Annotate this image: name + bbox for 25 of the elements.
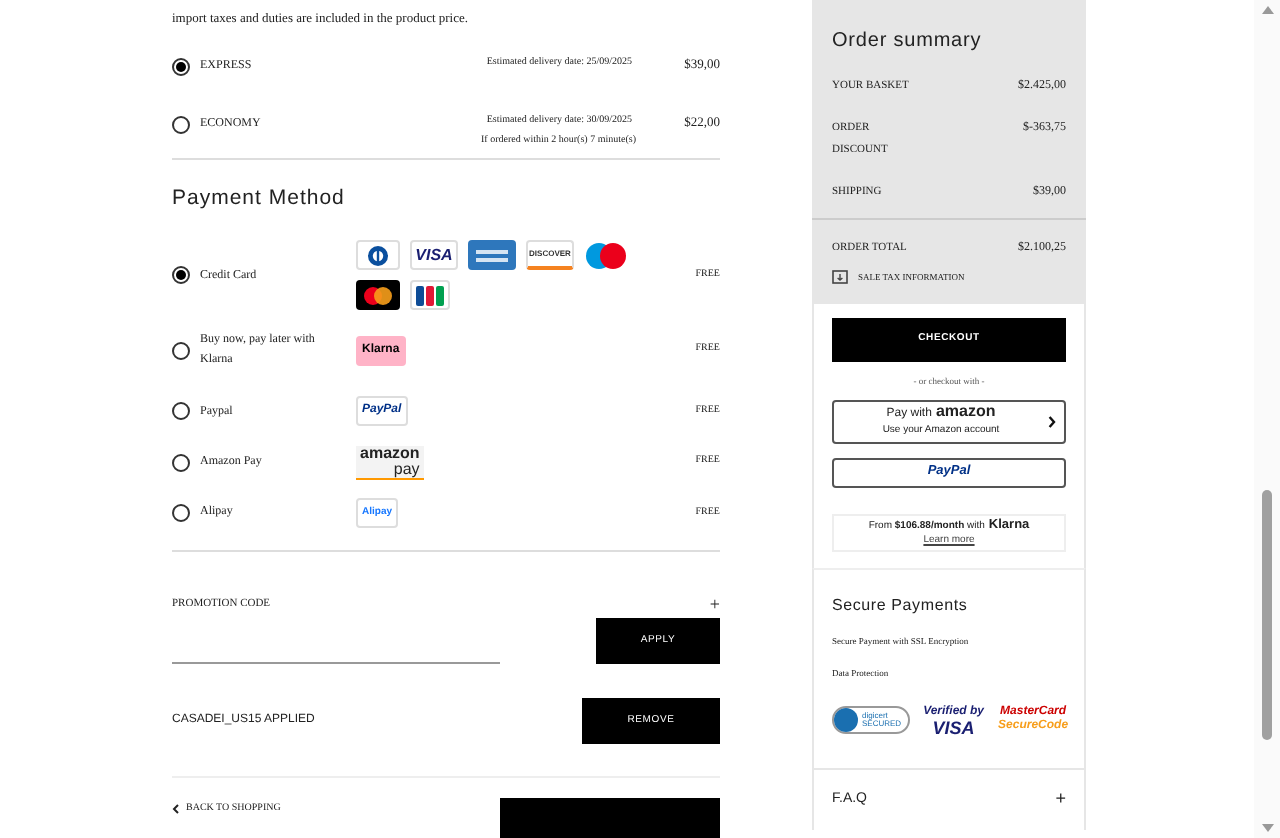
section-title: Secure Payments (832, 593, 970, 618)
expand-toggle[interactable]: + (1055, 786, 1066, 813)
panel-title: Order summary (832, 28, 984, 56)
checkout-button[interactable] (500, 797, 720, 838)
scrollbar-thumb[interactable] (1262, 490, 1272, 740)
card-logo-icon (356, 280, 400, 311)
card-logo-icon (356, 240, 400, 271)
radio-button[interactable] (172, 341, 190, 360)
visa-logo: VISA (410, 240, 458, 271)
scroll-up-icon[interactable] (1261, 6, 1273, 14)
radio-button[interactable] (172, 402, 190, 421)
scroll-down-icon[interactable] (1261, 824, 1273, 832)
chevron-left-icon (172, 804, 180, 815)
card-logo-icon (584, 240, 628, 271)
radio-button[interactable] (172, 266, 190, 285)
chevron-right-icon (1048, 415, 1056, 428)
card-logo-icon (468, 240, 516, 271)
expand-toggle[interactable]: + (709, 595, 720, 614)
radio-button[interactable] (172, 453, 190, 472)
radio-button[interactable] (172, 57, 190, 76)
radio-button[interactable] (172, 115, 190, 134)
amazon-pay-logo: amazon pay (356, 445, 424, 480)
card-logo-icon (410, 280, 450, 311)
section-title: Payment Method (172, 184, 347, 215)
radio-button[interactable] (172, 503, 190, 522)
